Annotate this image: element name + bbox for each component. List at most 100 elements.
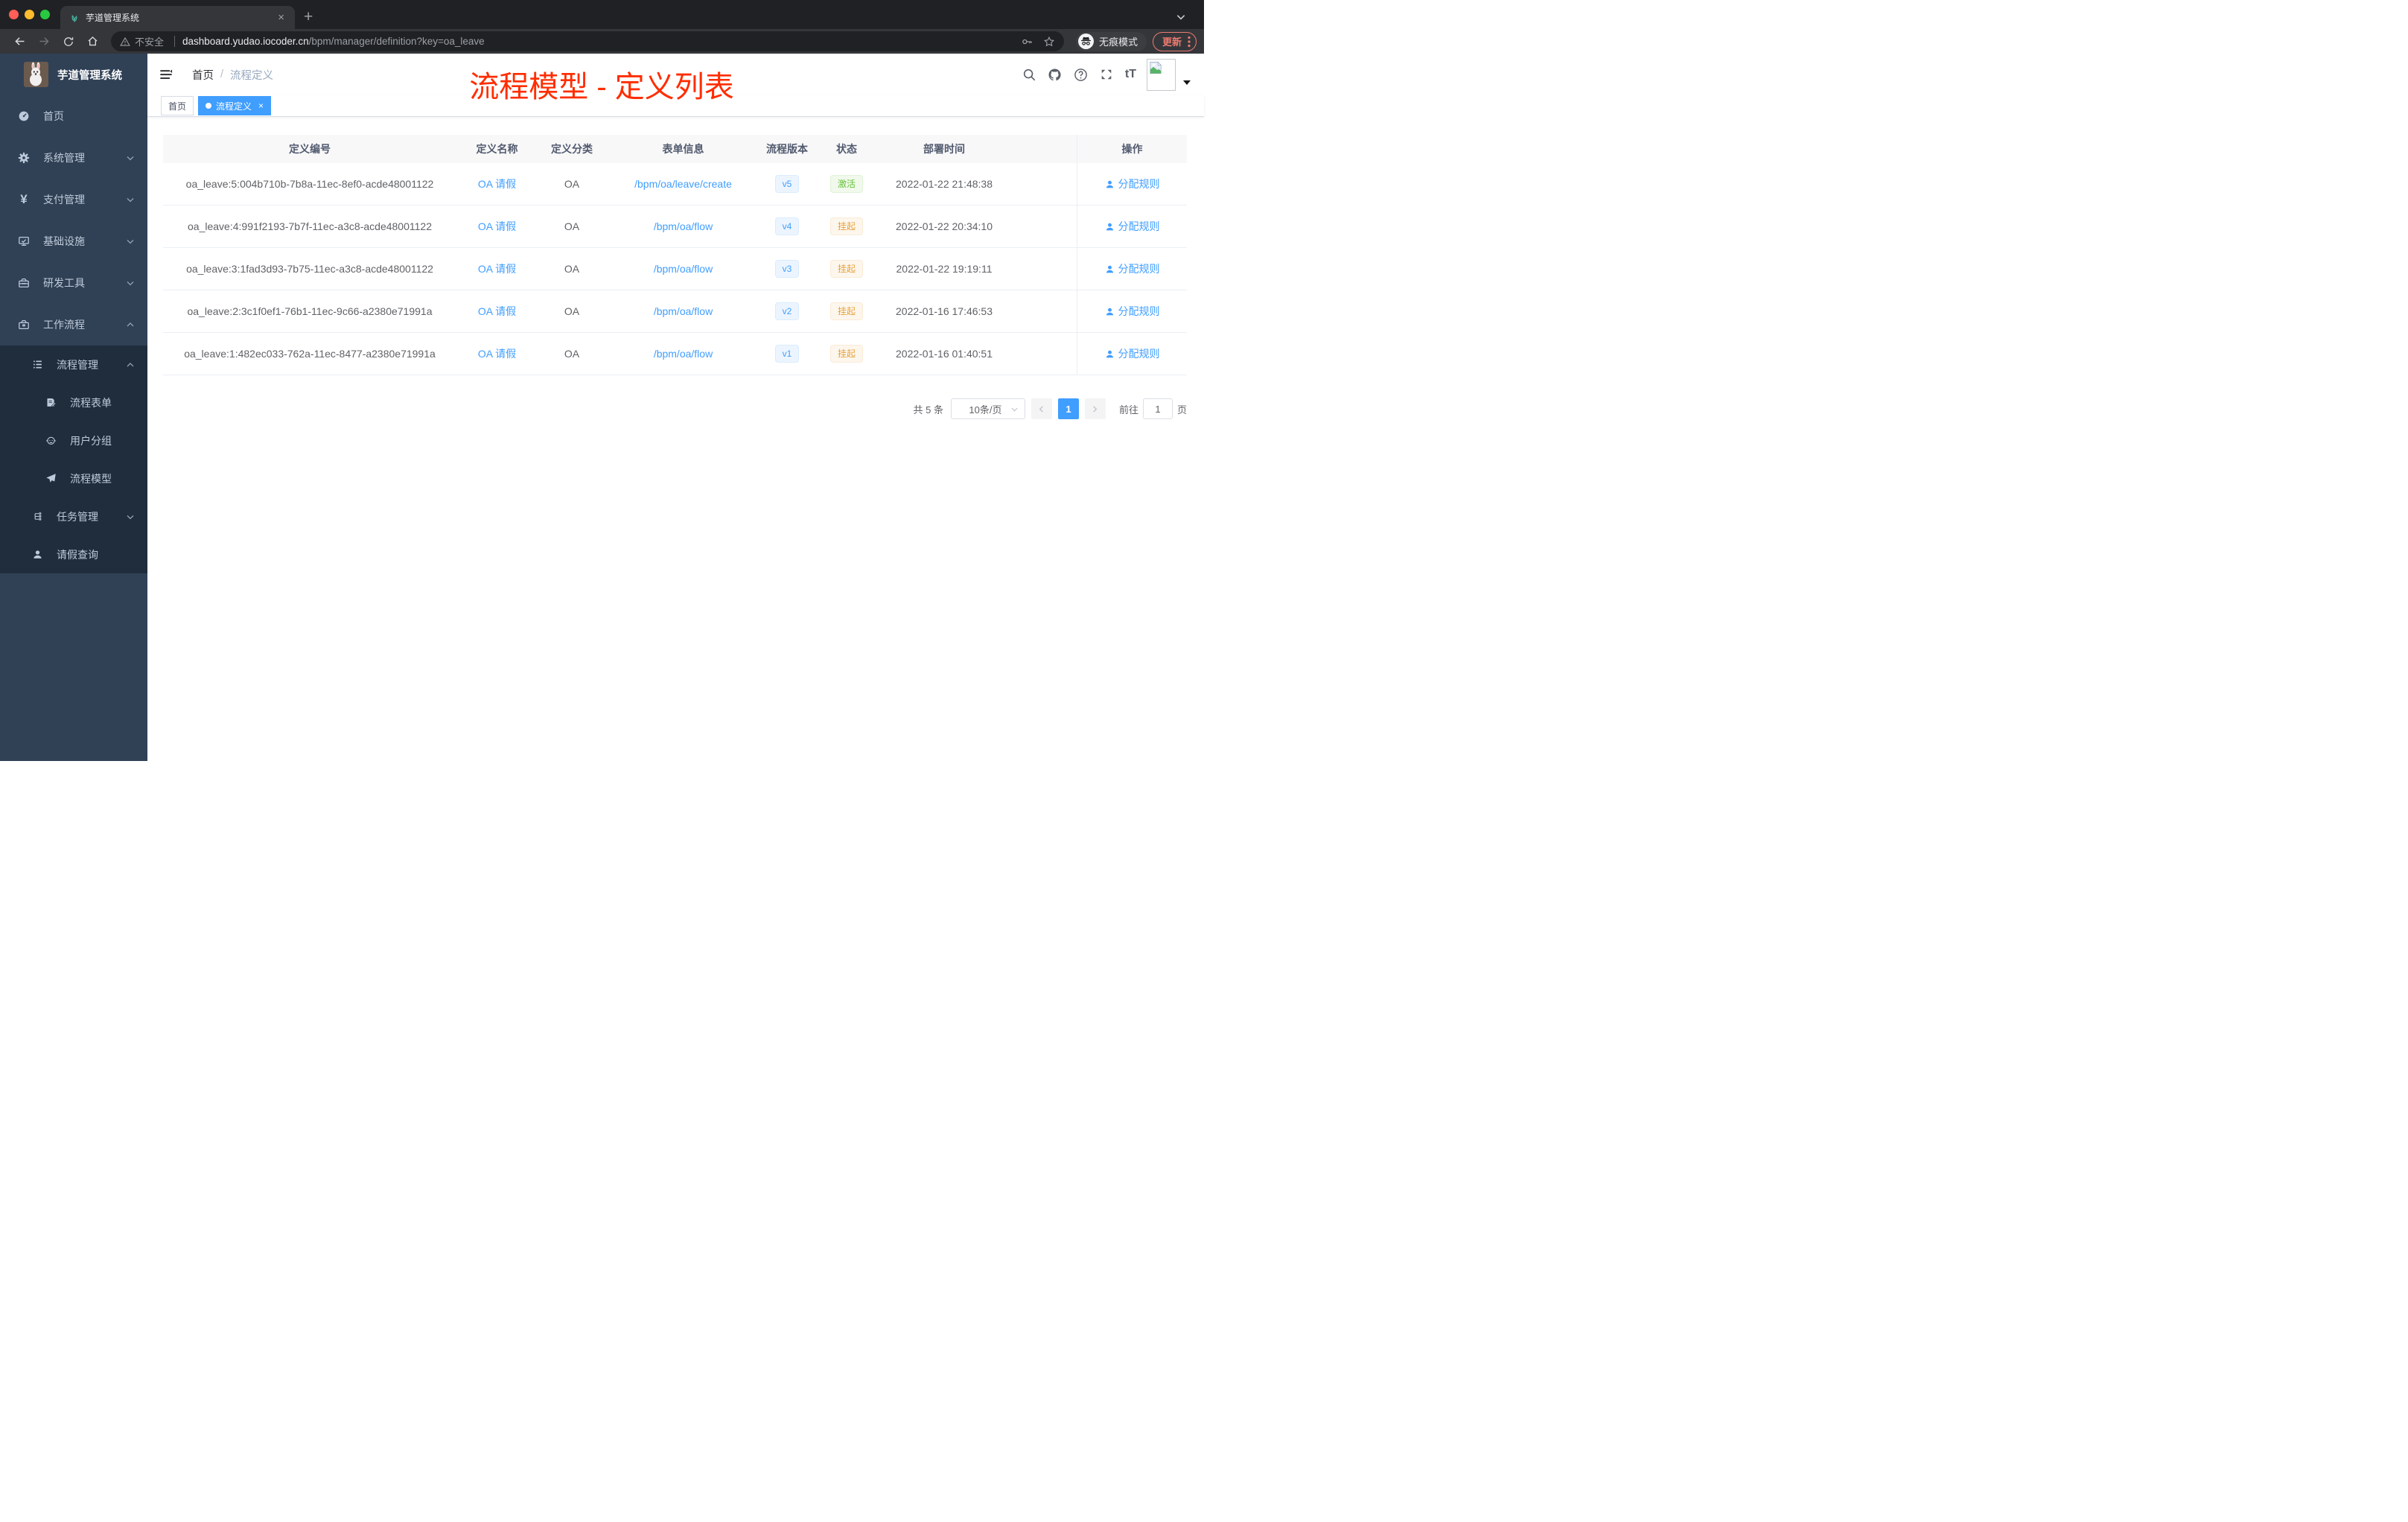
github-icon[interactable] (1048, 68, 1062, 82)
sidebar-item-process-mgmt[interactable]: 流程管理 (0, 346, 147, 383)
form-info-link[interactable]: /bpm/oa/leave/create (634, 178, 732, 190)
sidebar-item-task-mgmt[interactable]: 任务管理 (0, 497, 147, 535)
tab-strip: 芋道管理系统 × + (0, 0, 1204, 29)
password-key-icon[interactable] (1021, 36, 1033, 48)
form-info-link[interactable]: /bpm/oa/flow (654, 220, 713, 232)
sidebar-item-process-model[interactable]: 流程模型 (0, 459, 147, 497)
form-info-link[interactable]: /bpm/oa/flow (654, 348, 713, 360)
sidebar-item-label: 流程表单 (70, 396, 112, 409)
sidebar-item-leave-query[interactable]: 请假查询 (0, 535, 147, 573)
status-tag: 挂起 (829, 345, 863, 363)
search-icon[interactable] (1022, 68, 1036, 81)
dashboard-icon (15, 110, 33, 122)
reload-button[interactable] (63, 36, 74, 48)
definition-name-link[interactable]: OA 请假 (478, 220, 516, 232)
chevron-down-icon (126, 237, 135, 246)
chevron-down-icon (1010, 405, 1019, 413)
browser-menu-kebab-icon[interactable] (1188, 36, 1191, 48)
sidebar-item-home[interactable]: 首页 (0, 95, 147, 137)
zoom-window-button[interactable] (40, 10, 50, 19)
avatar-caret-down-icon[interactable] (1183, 80, 1191, 85)
monitor-icon (15, 235, 33, 247)
deploy-time: 2022-01-22 20:34:10 (896, 220, 993, 232)
column-header: 流程版本 (766, 143, 808, 155)
app-navbar: 首页 / 流程定义 流程模型 - 定义列表 tT (147, 54, 1204, 104)
definition-name-link[interactable]: OA 请假 (478, 263, 516, 275)
definition-id: oa_leave:4:991f2193-7b7f-11ec-a3c8-acde4… (188, 220, 432, 232)
bookmark-star-icon[interactable] (1043, 36, 1055, 48)
tab-close-icon[interactable]: × (275, 11, 287, 24)
sidebar-item-label: 流程模型 (70, 472, 112, 485)
page-size-select[interactable]: 10条/页 (950, 398, 1025, 419)
table-row: oa_leave:3:1fad3d93-7b75-11ec-a3c8-acde4… (163, 248, 1187, 290)
definition-table: 定义编号 定义名称 定义分类 表单信息 流程版本 状态 部署时间 操作 oa_l… (163, 135, 1187, 375)
sidebar-item-dev-tools[interactable]: 研发工具 (0, 262, 147, 304)
address-bar[interactable]: 不安全 dashboard.yudao.iocoder.cn/bpm/manag… (111, 31, 1064, 51)
fullscreen-icon[interactable] (1100, 68, 1113, 81)
column-header: 状态 (836, 143, 857, 155)
site-favicon-icon (69, 13, 80, 23)
deploy-time: 2022-01-22 19:19:11 (896, 263, 993, 275)
window-controls (0, 0, 60, 29)
deploy-time: 2022-01-22 21:48:38 (896, 178, 993, 190)
tab-search-chevron-icon[interactable] (1176, 12, 1186, 22)
sidebar-item-system-mgmt[interactable]: 系统管理 (0, 137, 147, 179)
sidebar-collapse-icon[interactable] (147, 68, 180, 81)
assign-rule-button[interactable]: 分配规则 (1105, 176, 1160, 191)
close-window-button[interactable] (9, 10, 19, 19)
pagination-total: 共 5 条 (913, 404, 943, 415)
back-button[interactable] (13, 35, 26, 48)
sidebar-logo[interactable]: 芋道管理系统 (0, 54, 147, 95)
tag-close-icon[interactable]: × (258, 101, 264, 110)
update-label: 更新 (1162, 36, 1182, 48)
prev-page-button[interactable] (1031, 398, 1052, 419)
breadcrumb: 首页 / 流程定义 (192, 67, 273, 83)
definition-category: OA (564, 220, 580, 232)
tag-home[interactable]: 首页 (161, 96, 194, 115)
sidebar-item-process-form[interactable]: 流程表单 (0, 383, 147, 421)
breadcrumb-current: 流程定义 (230, 69, 274, 82)
security-warning-icon[interactable] (120, 36, 130, 47)
sidebar-item-payment-mgmt[interactable]: ¥ 支付管理 (0, 179, 147, 220)
next-page-button[interactable] (1084, 398, 1106, 419)
assign-rule-button[interactable]: 分配规则 (1105, 346, 1160, 361)
font-size-icon[interactable]: tT (1125, 68, 1136, 81)
form-info-link[interactable]: /bpm/oa/flow (654, 263, 713, 275)
version-tag: v2 (774, 302, 800, 320)
browser-tab[interactable]: 芋道管理系统 × (60, 6, 295, 29)
home-button[interactable] (86, 35, 99, 48)
sidebar-item-label: 支付管理 (43, 194, 85, 206)
new-tab-button[interactable]: + (304, 7, 313, 27)
list-tree-icon (28, 359, 46, 370)
sidebar-item-label: 研发工具 (43, 277, 85, 289)
breadcrumb-home[interactable]: 首页 (192, 67, 214, 83)
tag-process-definition[interactable]: 流程定义 × (198, 96, 272, 115)
sidebar-item-user-group[interactable]: 用户分组 (0, 421, 147, 459)
table-row: oa_leave:4:991f2193-7b7f-11ec-a3c8-acde4… (163, 206, 1187, 248)
definition-name-link[interactable]: OA 请假 (478, 305, 516, 317)
assign-rule-button[interactable]: 分配规则 (1105, 219, 1160, 234)
forward-button[interactable] (38, 35, 51, 48)
form-info-link[interactable]: /bpm/oa/flow (654, 305, 713, 317)
column-header: 操作 (1077, 135, 1187, 163)
goto-page-input[interactable] (1142, 398, 1173, 419)
assign-rule-label: 分配规则 (1118, 178, 1160, 190)
column-header: 定义编号 (289, 143, 331, 155)
help-question-icon[interactable] (1074, 68, 1088, 82)
minimize-window-button[interactable] (25, 10, 34, 19)
assign-rule-button[interactable]: 分配规则 (1105, 304, 1160, 319)
user-avatar[interactable] (1147, 58, 1176, 91)
page-number-button[interactable]: 1 (1057, 398, 1079, 419)
definition-name-link[interactable]: OA 请假 (478, 348, 516, 360)
definition-id: oa_leave:2:3c1f0ef1-76b1-11ec-9c66-a2380… (187, 305, 433, 317)
chevron-down-icon (126, 195, 135, 204)
task-tree-icon (28, 511, 46, 522)
chevron-up-icon (126, 360, 135, 369)
chrome-update-button[interactable]: 更新 (1152, 31, 1197, 51)
goto-label: 前往 (1118, 404, 1138, 415)
assign-rule-button[interactable]: 分配规则 (1105, 261, 1160, 276)
sidebar-item-workflow[interactable]: 工作流程 (0, 304, 147, 346)
incognito-icon (1077, 34, 1094, 49)
sidebar-item-infrastructure[interactable]: 基础设施 (0, 220, 147, 262)
definition-name-link[interactable]: OA 请假 (478, 178, 516, 190)
